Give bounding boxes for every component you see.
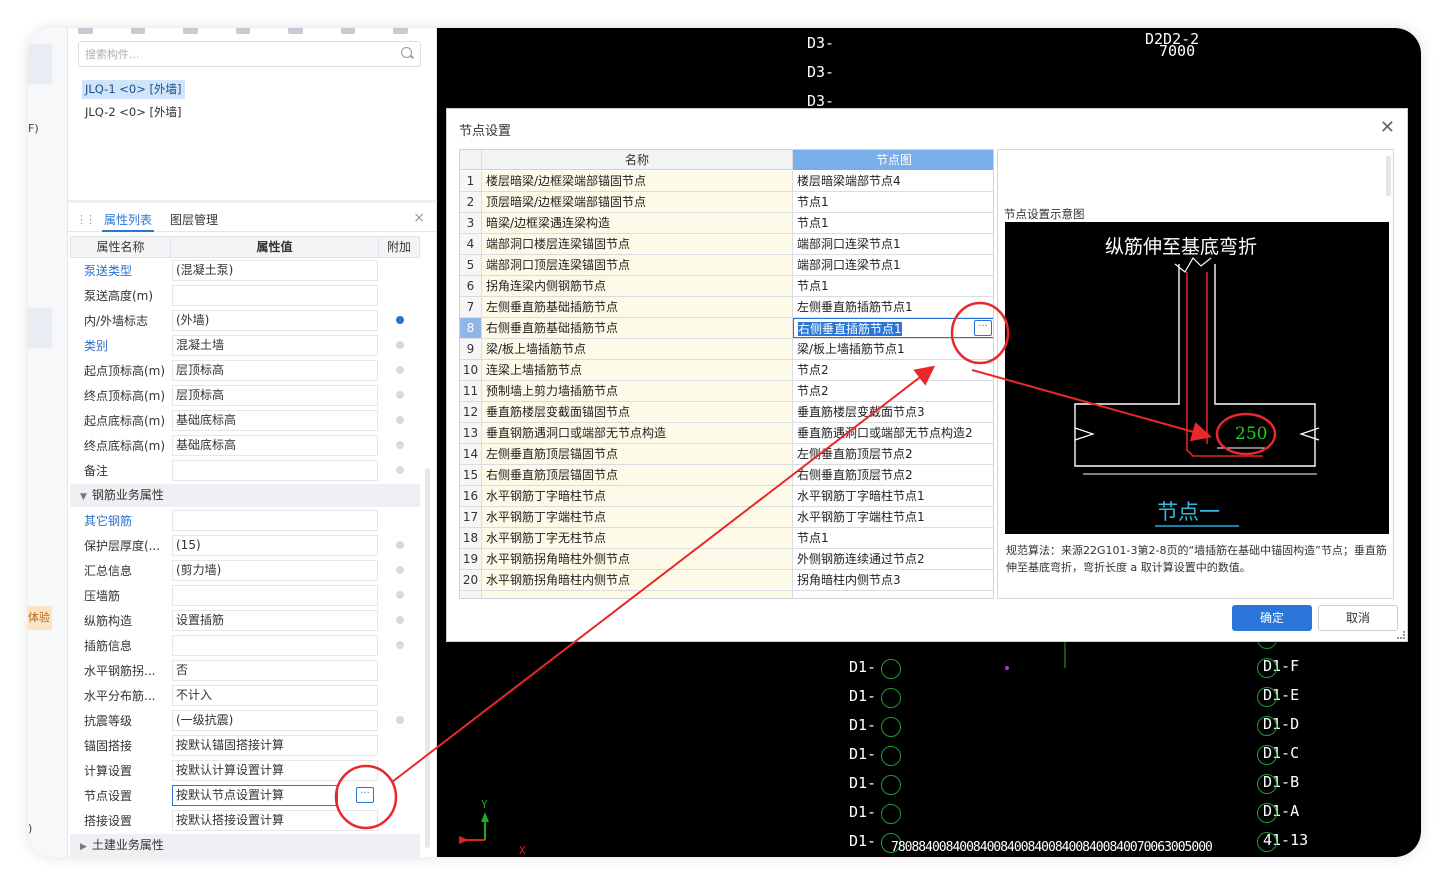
annotation-overlay [334, 301, 1277, 830]
annotation-circle [1215, 412, 1277, 456]
annotation-circle [950, 301, 1010, 365]
annotation-circle [334, 764, 398, 830]
annotation-arrow [971, 369, 1212, 442]
annotation-arrow [391, 365, 936, 783]
screenshot-frame: F) 体验 ) JLQ-1 <0> [外墙] JLQ-2 <0> [外墙] ⋮⋮… [28, 28, 1421, 857]
